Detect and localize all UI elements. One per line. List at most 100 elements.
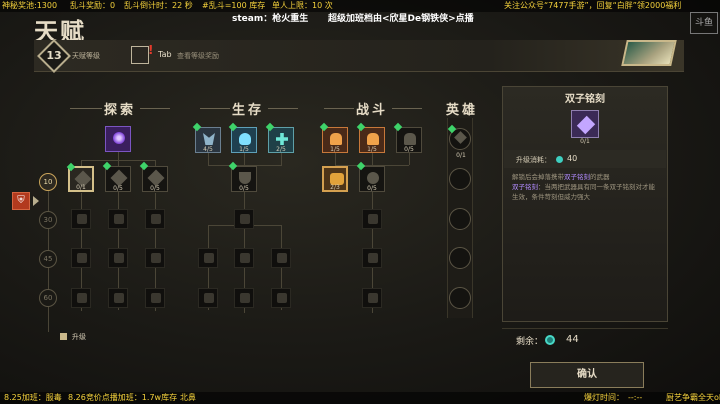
upgrade-icon [60, 333, 67, 340]
divider [140, 108, 170, 109]
arrow-right-icon [33, 196, 39, 206]
soul-gem-icon [556, 156, 563, 163]
talent-node-locked[interactable] [108, 288, 128, 308]
talent-node-explore-top[interactable] [105, 126, 131, 152]
divider [502, 328, 668, 329]
divider [268, 108, 298, 109]
talent-node-locked[interactable] [145, 248, 165, 268]
talent-node-locked[interactable] [362, 288, 382, 308]
category-explore: 探索 [104, 103, 137, 118]
brawl-stock-text: #乱斗=100 库存 [202, 1, 266, 10]
steam-text: steam：枪火重生 [232, 14, 309, 24]
desc-highlight: 双子铭刻 [564, 173, 590, 181]
lock-icon [77, 293, 87, 303]
bullet-icon [330, 133, 342, 145]
lock-icon [368, 214, 378, 224]
level-reward-hint: 查看等级奖励 [177, 52, 219, 60]
bottom-right-text: 厨艺争霸全天ok [666, 393, 720, 402]
talent-node-locked[interactable] [271, 288, 291, 308]
talent-detail-title: 双子铭刻 [565, 94, 605, 105]
connector [335, 153, 336, 165]
talent-node-locked[interactable] [234, 209, 254, 229]
desc-highlight: 双子铭刻 [512, 183, 538, 191]
talent-node-locked[interactable] [449, 208, 471, 230]
lock-icon [77, 253, 87, 263]
remaining-label: 剩余： [516, 337, 544, 347]
talent-node-locked[interactable] [198, 248, 218, 268]
talent-node-combat-a[interactable]: 1/5 [319, 122, 348, 153]
tab-key-label: Tab [158, 50, 172, 59]
divider [70, 108, 102, 109]
divider [200, 108, 230, 109]
cost-label: 升级消耗： [516, 156, 551, 164]
node-count: 1/5 [239, 146, 249, 153]
talent-node-survive-d[interactable]: 0/5 [228, 161, 257, 192]
talent-tab-icon[interactable]: ⛨ [12, 192, 30, 210]
talent-node-locked[interactable] [362, 248, 382, 268]
timer-label: 爆灯时间： [584, 393, 624, 402]
lock-icon [114, 253, 124, 263]
divider [324, 108, 354, 109]
talent-node-locked[interactable] [234, 288, 254, 308]
lock-level-45: 45 [39, 250, 57, 268]
node-count: 1/5 [367, 146, 377, 153]
divider [392, 108, 422, 109]
talent-node-hero-top[interactable]: 0/1 [447, 124, 471, 159]
talent-node-locked[interactable] [71, 288, 91, 308]
talent-node-survive-c[interactable]: 2/5 [265, 122, 294, 153]
talent-node-locked[interactable] [108, 209, 128, 229]
health-cross-icon [276, 133, 288, 145]
douyu-logo: 斗鱼 [690, 12, 718, 34]
talent-node-explore-a[interactable]: 0/1 [66, 162, 94, 192]
node-count: 2/5 [276, 146, 286, 153]
talent-node-combat-c[interactable]: 0/5 [393, 122, 422, 153]
bottom-left-text: 8.25加班：服毒 [4, 393, 62, 402]
talent-node-combat-b[interactable]: 1/5 [356, 122, 385, 153]
node-count: 0/5 [404, 146, 414, 153]
talent-node-locked[interactable] [449, 168, 471, 190]
bullet-icon [404, 133, 416, 145]
lock-diamond-icon [110, 169, 128, 187]
talent-node-survive-a[interactable]: 4/5 [192, 122, 221, 153]
bottom-north-text: 北鼻 [180, 393, 196, 402]
talent-level: 13 [46, 49, 62, 62]
confirm-button[interactable]: 确认 [530, 362, 644, 388]
node-count: 0/5 [113, 185, 123, 192]
node-count: 0/5 [239, 185, 249, 192]
level-reward-icon[interactable] [131, 46, 149, 64]
connector [281, 153, 282, 165]
lock-icon [204, 293, 214, 303]
node-count: 0/1 [456, 152, 466, 159]
desc-text: 解锁后会掉落携带 [512, 173, 564, 181]
timer-value: --:-- [628, 393, 643, 402]
twin-inscription-icon [576, 115, 596, 135]
talent-node-combat-e[interactable]: 0/5 [356, 161, 385, 192]
talent-node-explore-b[interactable]: 0/5 [102, 161, 131, 192]
lock-icon [114, 293, 124, 303]
talent-node-combat-d[interactable]: 2/3 [322, 166, 348, 192]
node-count: 0/5 [367, 185, 377, 192]
talent-node-locked[interactable] [362, 209, 382, 229]
brawl-timer-text: 乱斗倒计时：22 秒 [124, 1, 193, 10]
lock-icon [240, 214, 250, 224]
talent-node-locked[interactable] [108, 248, 128, 268]
talent-node-locked[interactable] [271, 248, 291, 268]
talent-node-locked[interactable] [71, 248, 91, 268]
flame-icon [239, 133, 251, 145]
bullet-icon [367, 133, 379, 145]
lock-level-60: 60 [39, 289, 57, 307]
talent-node-locked[interactable] [198, 288, 218, 308]
talent-node-locked[interactable] [449, 287, 471, 309]
brawl-reward-text: 乱斗奖励：0 [70, 1, 116, 10]
talent-node-locked[interactable] [449, 247, 471, 269]
talent-node-locked[interactable] [145, 209, 165, 229]
node-count: 1/5 [330, 146, 340, 153]
pool-text: 神秘奖池:1300 [2, 1, 58, 10]
talent-node-survive-b[interactable]: 1/5 [228, 122, 257, 153]
talent-node-locked[interactable] [234, 248, 254, 268]
talent-node-locked[interactable] [145, 288, 165, 308]
talent-node-locked[interactable] [71, 209, 91, 229]
max-players-text: 单人上限：10 次 [272, 1, 333, 10]
stream-bottom-bar: 8.25加班：服毒 8.26竞价点播加班：1.7w库存 北鼻 爆灯时间： --:… [0, 392, 720, 404]
talent-node-explore-c[interactable]: 0/5 [139, 161, 168, 192]
